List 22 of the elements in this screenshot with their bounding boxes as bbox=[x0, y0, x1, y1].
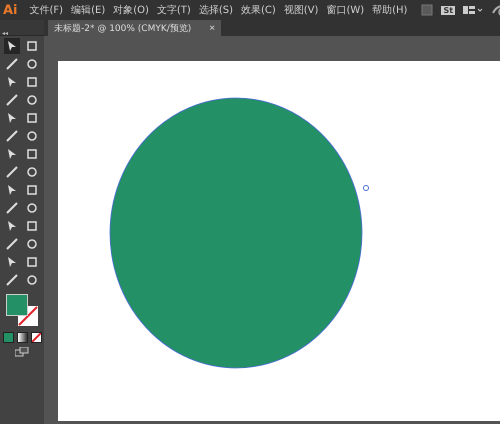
app-logo: Ai bbox=[3, 2, 18, 18]
document-tab[interactable]: 未标题-2* @ 100% (CMYK/预览) × bbox=[48, 20, 222, 36]
menu-item[interactable]: 选择(S) bbox=[194, 3, 237, 17]
none-mode-icon[interactable] bbox=[30, 332, 42, 343]
menu-item[interactable]: 视图(V) bbox=[280, 3, 322, 17]
color-mode[interactable] bbox=[2, 332, 14, 343]
gradient-mode[interactable] bbox=[16, 332, 28, 343]
screen-mode-icon[interactable] bbox=[15, 347, 29, 357]
close-button[interactable]: × bbox=[209, 22, 216, 34]
menu-item[interactable]: 文件(F) bbox=[26, 3, 68, 17]
menu-item[interactable]: 编辑(E) bbox=[67, 3, 110, 17]
fill-swatch[interactable] bbox=[6, 294, 28, 316]
stock-icon[interactable]: St bbox=[441, 6, 456, 14]
menu-item[interactable]: 效果(C) bbox=[236, 3, 280, 17]
ellipse-shape[interactable] bbox=[110, 98, 362, 368]
menu-item[interactable]: 窗口(W) bbox=[322, 3, 368, 17]
menu-item[interactable]: 文字(T) bbox=[152, 3, 195, 17]
workspace-icon[interactable] bbox=[463, 5, 484, 15]
selection-tool-icon[interactable] bbox=[4, 38, 20, 54]
menu-item[interactable]: 帮助(H) bbox=[368, 3, 412, 17]
center-point-icon[interactable] bbox=[363, 185, 369, 191]
menu-item[interactable]: 对象(O) bbox=[109, 3, 153, 17]
